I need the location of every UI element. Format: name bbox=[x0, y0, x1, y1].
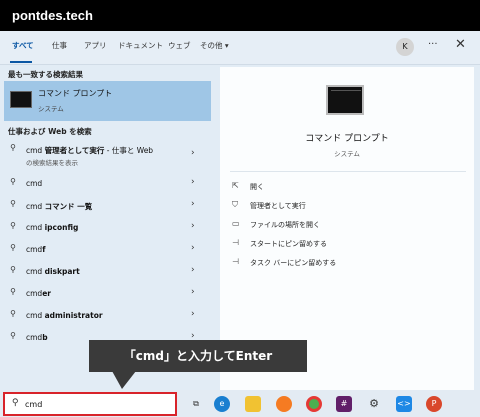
powerpoint-icon[interactable]: P bbox=[426, 396, 442, 412]
chevron-right-icon: › bbox=[191, 199, 195, 209]
search-icon: ⚲ bbox=[10, 287, 16, 296]
web-search-heading: 仕事および Web を検索 bbox=[8, 127, 92, 136]
action-open-file-location[interactable]: ▭ ファイルの場所を開く bbox=[232, 219, 320, 229]
list-item[interactable]: ⚲ cmd › bbox=[4, 174, 211, 194]
tab-work[interactable]: 仕事 bbox=[52, 40, 67, 51]
search-icon: ⚲ bbox=[10, 265, 16, 274]
chevron-right-icon: › bbox=[191, 148, 195, 158]
site-title-bar: pontdes.tech bbox=[0, 0, 480, 31]
pin-start-icon: ⊣ bbox=[232, 238, 239, 247]
preview-title: コマンド プロンプト bbox=[305, 134, 389, 144]
search-icon: ⚲ bbox=[10, 243, 16, 252]
avatar[interactable]: K bbox=[396, 38, 414, 56]
command-prompt-icon bbox=[10, 91, 32, 108]
search-icon: ⚲ bbox=[10, 221, 16, 230]
shield-icon: ⛉ bbox=[232, 200, 238, 209]
active-tab-indicator bbox=[10, 61, 32, 63]
list-item[interactable]: ⚲ cmder › bbox=[4, 284, 211, 304]
chevron-right-icon: › bbox=[191, 221, 195, 231]
site-title: pontdes.tech bbox=[12, 8, 93, 23]
pin-taskbar-icon: ⊣ bbox=[232, 257, 239, 266]
firefox-icon[interactable] bbox=[276, 396, 292, 412]
file-explorer-icon[interactable] bbox=[245, 396, 261, 412]
action-run-as-admin[interactable]: ⛉ 管理者として実行 bbox=[232, 200, 306, 210]
chevron-right-icon: › bbox=[191, 287, 195, 297]
divider bbox=[230, 171, 466, 172]
edge-icon[interactable]: e bbox=[214, 396, 230, 412]
list-item[interactable]: ⚲ cmd 管理者として実行 - 仕事と Web の検索結果を表示 › bbox=[4, 140, 211, 168]
settings-icon[interactable]: ⚙ bbox=[366, 396, 382, 412]
slack-icon[interactable]: # bbox=[336, 396, 352, 412]
search-input[interactable] bbox=[25, 397, 165, 412]
list-item[interactable]: ⚲ cmdf › bbox=[4, 240, 211, 260]
action-pin-to-taskbar[interactable]: ⊣ タスク バーにピン留めする bbox=[232, 257, 336, 267]
search-icon: ⚲ bbox=[10, 177, 16, 186]
folder-icon: ▭ bbox=[232, 219, 240, 228]
list-item[interactable]: ⚲ cmd コマンド 一覧 › bbox=[4, 196, 211, 216]
preview-subtitle: システム bbox=[334, 150, 360, 158]
list-item[interactable]: ⚲ cmd diskpart › bbox=[4, 262, 211, 282]
taskbar-search-box[interactable]: ⚲ bbox=[3, 392, 177, 416]
command-prompt-large-icon bbox=[326, 85, 364, 115]
chevron-right-icon: › bbox=[191, 177, 195, 187]
tab-all[interactable]: すべて bbox=[12, 40, 34, 51]
vscode-icon[interactable]: <> bbox=[396, 396, 412, 412]
tab-documents[interactable]: ドキュメント bbox=[118, 40, 163, 51]
search-icon: ⚲ bbox=[10, 309, 16, 318]
chevron-right-icon: › bbox=[191, 243, 195, 253]
search-icon: ⚲ bbox=[12, 398, 19, 408]
search-icon: ⚲ bbox=[10, 199, 16, 208]
list-item[interactable]: ⚲ cmd ipconfig › bbox=[4, 218, 211, 238]
tab-web[interactable]: ウェブ bbox=[168, 40, 191, 51]
chevron-right-icon: › bbox=[191, 265, 195, 275]
best-match-item[interactable]: コマンド プロンプト システム bbox=[4, 81, 211, 121]
tab-more[interactable]: その他 ▾ bbox=[200, 40, 229, 51]
more-options-icon[interactable]: ··· bbox=[428, 39, 438, 50]
chrome-icon[interactable] bbox=[306, 396, 322, 412]
callout-tail bbox=[112, 371, 136, 389]
list-item[interactable]: ⚲ cmd administrator › bbox=[4, 306, 211, 326]
task-view-icon[interactable]: ⧉ bbox=[188, 396, 204, 412]
list-item-sub: の検索結果を表示 bbox=[26, 159, 78, 167]
search-icon: ⚲ bbox=[10, 331, 16, 340]
search-tabs: すべて 仕事 アプリ ドキュメント ウェブ その他 ▾ K ··· ✕ bbox=[0, 31, 480, 65]
best-match-heading: 最も一致する検索結果 bbox=[8, 70, 83, 79]
instruction-callout: 「cmd」と入力してEnter bbox=[89, 340, 307, 372]
open-icon: ⇱ bbox=[232, 181, 239, 190]
search-icon: ⚲ bbox=[10, 143, 16, 152]
best-match-title: コマンド プロンプト bbox=[38, 89, 113, 98]
chevron-right-icon: › bbox=[191, 309, 195, 319]
action-open[interactable]: ⇱ 開く bbox=[232, 181, 264, 191]
tab-apps[interactable]: アプリ bbox=[84, 40, 107, 51]
action-pin-to-start[interactable]: ⊣ スタートにピン留めする bbox=[232, 238, 327, 248]
best-match-subtitle: システム bbox=[38, 105, 64, 113]
close-icon[interactable]: ✕ bbox=[455, 37, 466, 52]
